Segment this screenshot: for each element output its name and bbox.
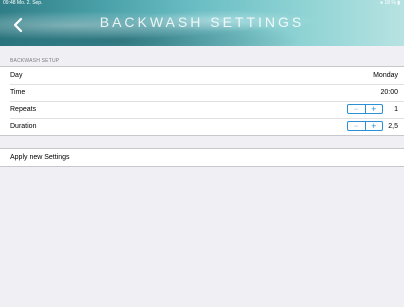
repeats-label: Repeats [10, 106, 37, 113]
backwash-setup-group: Day Monday Time 20:00 Repeats − + 1 Dura… [0, 66, 404, 136]
header-banner: 09:48 Mo. 2. Sep. ● 18 % ▮ BACKWASH SETT… [0, 0, 404, 46]
battery-percent: 18 % [384, 0, 396, 6]
section-label-backwash-setup: BACKWASH SETUP [10, 58, 60, 64]
time-row[interactable]: Time 20:00 [0, 84, 404, 101]
repeats-stepper: − + [347, 104, 383, 114]
apply-settings-label: Apply new Settings [10, 154, 70, 161]
duration-decrement-button[interactable]: − [348, 121, 366, 130]
day-value: Monday [373, 72, 398, 79]
duration-label: Duration [10, 123, 37, 130]
status-bar: 09:48 Mo. 2. Sep. ● 18 % ▮ [0, 0, 404, 7]
battery-icon: ▮ [397, 0, 400, 6]
day-row[interactable]: Day Monday [0, 67, 404, 84]
duration-value: 2,5 [388, 123, 398, 130]
day-label: Day [10, 72, 23, 79]
repeats-increment-button[interactable]: + [366, 104, 383, 113]
repeats-row: Repeats − + 1 [0, 101, 404, 118]
duration-increment-button[interactable]: + [366, 121, 383, 130]
repeats-decrement-button[interactable]: − [348, 104, 366, 113]
status-time: 09:48 [3, 0, 16, 6]
page-title: BACKWASH SETTINGS [99, 14, 305, 30]
status-battery: ● 18 % ▮ [380, 0, 400, 7]
duration-row: Duration − + 2,5 [0, 118, 404, 135]
status-date: Mo. 2. Sep. [16, 0, 43, 6]
wifi-icon: ● [380, 0, 384, 6]
time-label: Time [10, 89, 26, 96]
duration-stepper: − + [347, 121, 383, 131]
apply-settings-button[interactable]: Apply new Settings [0, 148, 404, 167]
time-value: 20:00 [380, 89, 398, 96]
repeats-value: 1 [394, 106, 398, 113]
status-time-date: 09:48 Mo. 2. Sep. [3, 0, 42, 7]
